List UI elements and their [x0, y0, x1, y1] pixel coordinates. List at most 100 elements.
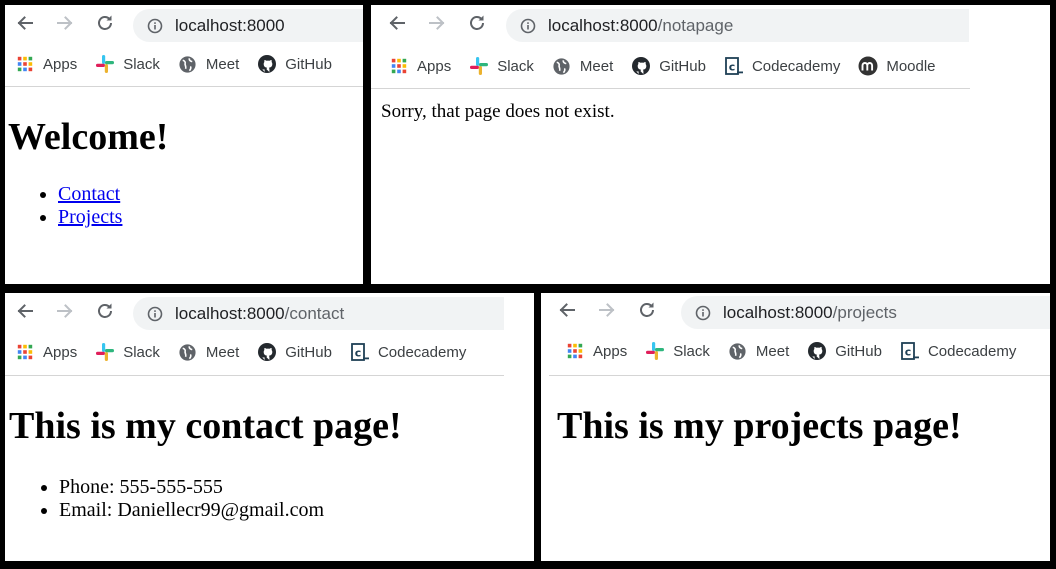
info-circle-icon [147, 306, 163, 322]
contact-info-list: Phone: 555-555-555 Email: Daniellecr99@g… [59, 476, 534, 522]
slack-icon [645, 341, 665, 361]
back-button[interactable] [547, 296, 587, 328]
bookmark-label: GitHub [659, 57, 706, 75]
list-item: Projects [58, 206, 363, 229]
forward-button[interactable] [45, 297, 85, 329]
reload-button[interactable] [627, 296, 667, 328]
browser-chrome: localhost:8000/contact Apps Slack Meet G… [5, 293, 534, 376]
bookmark-github[interactable]: GitHub [631, 56, 706, 76]
browser-window-contact: localhost:8000/contact Apps Slack Meet G… [5, 293, 534, 561]
github-icon [257, 342, 277, 362]
codecademy-icon: c [900, 341, 920, 361]
slack-icon [95, 54, 115, 74]
page-content: Sorry, that page does not exist. [371, 89, 1050, 123]
bookmark-github[interactable]: GitHub [807, 341, 882, 361]
browser-window-notapage: localhost:8000/notapage Apps Slack Meet … [371, 5, 1050, 284]
phone-text: Phone: 555-555-555 [59, 475, 223, 498]
forward-button[interactable] [587, 296, 627, 328]
globe-icon [728, 341, 748, 361]
svg-text:c: c [905, 346, 912, 359]
codecademy-icon: c [724, 56, 744, 76]
bookmark-codecademy[interactable]: c Codecademy [724, 56, 840, 76]
url-host: localhost:8000 [548, 15, 658, 35]
bookmark-slack[interactable]: Slack [645, 341, 710, 361]
apps-grid-icon [15, 54, 35, 74]
bookmark-label: Meet [579, 57, 614, 75]
codecademy-icon: c [350, 342, 370, 362]
bookmark-label: GitHub [285, 343, 332, 361]
bookmark-slack[interactable]: Slack [95, 54, 160, 74]
info-circle-icon [520, 18, 536, 34]
page-heading: Welcome! [8, 116, 169, 158]
bookmark-label: Slack [123, 343, 160, 361]
toolbar-divider [5, 375, 504, 376]
bookmark-github[interactable]: GitHub [257, 342, 332, 362]
browser-chrome: localhost:8000 Apps Slack Meet GitHub [5, 5, 363, 87]
error-message: Sorry, that page does not exist. [381, 101, 615, 122]
reload-button[interactable] [457, 9, 497, 41]
bookmark-label: Codecademy [927, 342, 1017, 360]
bookmark-slack[interactable]: Slack [469, 56, 534, 76]
page-content: This is my contact page! Phone: 555-555-… [5, 376, 534, 522]
back-button[interactable] [377, 9, 417, 41]
reload-icon [95, 13, 115, 38]
bookmark-label: Apps [417, 57, 452, 75]
bookmark-moodle[interactable]: Moodle [858, 56, 936, 76]
forward-button[interactable] [45, 9, 85, 41]
page-content: This is my projects page! [541, 376, 1050, 448]
reload-icon [95, 301, 115, 326]
browser-window-home: localhost:8000 Apps Slack Meet GitHub We… [5, 5, 363, 284]
bookmark-apps[interactable]: Apps [15, 54, 77, 74]
bookmark-apps[interactable]: Apps [389, 56, 451, 76]
bookmark-slack[interactable]: Slack [95, 342, 160, 362]
bookmark-meet[interactable]: Meet [178, 54, 239, 74]
back-button[interactable] [5, 9, 45, 41]
bookmark-label: Slack [497, 57, 534, 75]
back-arrow-icon [15, 301, 35, 326]
bookmark-label: Apps [593, 342, 628, 360]
forward-button[interactable] [417, 9, 457, 41]
forward-arrow-icon [597, 300, 617, 325]
bookmark-codecademy[interactable]: c Codecademy [900, 341, 1016, 361]
apps-grid-icon [15, 342, 35, 362]
bookmark-meet[interactable]: Meet [178, 342, 239, 362]
forward-arrow-icon [55, 301, 75, 326]
bookmark-label: Apps [43, 343, 78, 361]
url-text: localhost:8000/notapage [548, 16, 733, 36]
apps-grid-icon [389, 56, 409, 76]
browser-chrome: localhost:8000/projects Apps Slack Meet … [541, 293, 1050, 376]
bookmark-meet[interactable]: Meet [552, 56, 613, 76]
toolbar-divider [549, 375, 1050, 376]
reload-button[interactable] [85, 9, 125, 41]
bookmark-label: Meet [205, 55, 240, 73]
projects-link[interactable]: Projects [58, 206, 122, 228]
bookmark-codecademy[interactable]: c Codecademy [350, 342, 466, 362]
email-text: Email: Daniellecr99@gmail.com [59, 498, 324, 521]
address-bar[interactable]: localhost:8000/contact [133, 297, 504, 330]
back-arrow-icon [15, 13, 35, 38]
url-host: localhost:8000 [175, 15, 285, 35]
globe-icon [178, 54, 198, 74]
contact-link[interactable]: Contact [58, 183, 120, 205]
reload-button[interactable] [85, 297, 125, 329]
address-bar[interactable]: localhost:8000/projects [681, 296, 1050, 329]
bookmark-github[interactable]: GitHub [257, 54, 332, 74]
url-text: localhost:8000/projects [723, 303, 897, 323]
nav-link-list: Contact Projects [58, 183, 363, 229]
bookmark-apps[interactable]: Apps [565, 341, 627, 361]
nav-buttons [377, 9, 497, 41]
bookmark-meet[interactable]: Meet [728, 341, 789, 361]
back-button[interactable] [5, 297, 45, 329]
address-bar[interactable]: localhost:8000/notapage [506, 9, 969, 42]
page-content: Welcome! Contact Projects [5, 87, 363, 229]
bookmark-label: Meet [755, 342, 790, 360]
svg-text:c: c [355, 347, 362, 360]
github-icon [631, 56, 651, 76]
bookmark-label: Codecademy [377, 343, 467, 361]
reload-icon [637, 300, 657, 325]
address-bar[interactable]: localhost:8000 [133, 9, 363, 42]
browser-chrome: localhost:8000/notapage Apps Slack Meet … [371, 5, 1050, 89]
bookmark-label: Slack [123, 55, 160, 73]
bookmark-apps[interactable]: Apps [15, 342, 77, 362]
slack-icon [95, 342, 115, 362]
